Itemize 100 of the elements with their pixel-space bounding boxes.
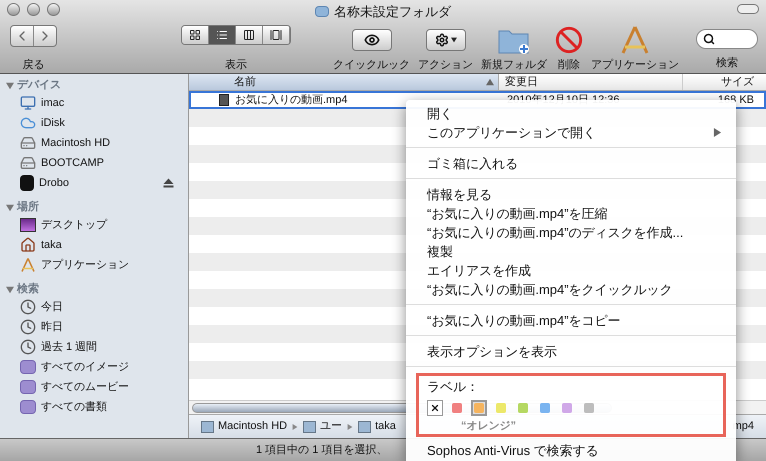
path-item-icon	[303, 420, 316, 432]
sidebar-item[interactable]: すべてのムービー	[41, 378, 129, 396]
submenu-arrow-icon	[713, 128, 722, 137]
label-swatch[interactable]	[449, 400, 465, 416]
house-icon	[20, 237, 36, 253]
search-label: 検索	[716, 56, 738, 70]
caret-icon	[450, 36, 456, 42]
label-swatch[interactable]	[581, 400, 597, 416]
eject-icon[interactable]	[163, 178, 174, 188]
disclosure-triangle-icon	[6, 82, 14, 90]
sidebar-item[interactable]: すべての書類	[41, 398, 107, 416]
view-mode-button[interactable]	[236, 26, 263, 44]
cloud-icon	[20, 115, 36, 131]
menu-item[interactable]: Sophos Anti-Virus で検索する	[406, 441, 736, 460]
toolbar-label: アプリケーション	[591, 58, 679, 72]
folder-icon	[315, 6, 329, 18]
clock-icon	[20, 319, 36, 335]
sidebar-heading: 検索	[17, 282, 39, 298]
monitor-icon	[20, 95, 36, 111]
desktop-icon	[20, 218, 36, 232]
menu-item[interactable]: 表示オプションを表示	[406, 342, 736, 361]
label-swatch[interactable]	[493, 400, 509, 416]
view-label: 表示	[225, 58, 247, 72]
pencil-ruler-icon	[20, 257, 36, 273]
sidebar-item[interactable]: taka	[41, 236, 62, 254]
menu-item[interactable]: ゴミ箱に入れる	[406, 154, 736, 173]
path-item[interactable]: mp4	[732, 418, 754, 435]
pencil-ruler-icon[interactable]	[619, 24, 651, 54]
search-icon	[703, 32, 715, 44]
status-text: 1 項目中の 1 項目を選択、	[256, 442, 388, 458]
sidebar-item[interactable]: デスクトップ	[41, 216, 107, 234]
sort-arrow-icon	[486, 78, 494, 86]
sidebar-item[interactable]: imac	[41, 94, 64, 112]
sidebar-item[interactable]: Drobo	[39, 174, 69, 192]
smart-folder-icon	[20, 360, 36, 374]
hard-drive-icon	[20, 155, 36, 171]
smart-folder-icon	[20, 400, 36, 414]
path-item[interactable]: Macintosh HD	[201, 418, 288, 435]
toolbar-label: アクション	[418, 58, 473, 72]
sidebar-heading: 場所	[17, 200, 39, 216]
path-item[interactable]: taka	[358, 418, 396, 435]
column-header[interactable]: サイズ	[683, 74, 766, 90]
path-item-icon	[201, 420, 214, 432]
movie-file-icon	[219, 94, 229, 106]
label-swatch[interactable]	[559, 400, 575, 416]
drive-icon	[20, 175, 34, 191]
disclosure-triangle-icon	[6, 286, 14, 294]
path-item[interactable]: ユー	[303, 418, 342, 435]
view-mode-button[interactable]	[209, 26, 236, 44]
hard-drive-icon	[20, 135, 36, 151]
close-icon	[430, 403, 440, 413]
label-name: “オレンジ”	[460, 419, 517, 434]
no-label-button[interactable]	[427, 400, 443, 416]
eye-button[interactable]	[352, 28, 392, 50]
toolbar-label: クイックルック	[333, 58, 410, 72]
sidebar-item[interactable]: Macintosh HD	[41, 134, 110, 152]
view-mode-icon	[189, 28, 201, 40]
sidebar-item[interactable]: BOOTCAMP	[41, 154, 104, 172]
clock-icon	[20, 339, 36, 355]
menu-item[interactable]: 複製	[406, 242, 736, 261]
label-swatch[interactable]	[515, 400, 531, 416]
delete-icon[interactable]	[555, 26, 583, 54]
gear-menu-button[interactable]	[426, 28, 466, 50]
path-arrow-icon	[347, 424, 354, 430]
menu-item[interactable]: “お気に入りの動画.mp4”のディスクを作成...	[406, 223, 736, 242]
window-control[interactable]	[7, 2, 20, 16]
toolbar-label: 削除	[558, 58, 580, 72]
search-field[interactable]	[696, 28, 758, 48]
menu-item[interactable]: このアプリケーションで開く	[406, 123, 736, 142]
label-title: ラベル：	[427, 378, 480, 396]
menu-item[interactable]: 情報を見る	[406, 185, 736, 204]
view-mode-button[interactable]	[263, 26, 290, 44]
path-arrow-icon	[292, 424, 298, 430]
label-swatch[interactable]	[471, 400, 487, 416]
menu-item[interactable]: “お気に入りの動画.mp4”を圧縮	[406, 204, 736, 223]
view-mode-icon	[243, 28, 255, 40]
gear-icon	[434, 32, 448, 46]
menu-item[interactable]: “お気に入りの動画.mp4”をクイックルック	[406, 280, 736, 299]
menu-item[interactable]: エイリアスを作成	[406, 261, 736, 280]
menu-item[interactable]: “お気に入りの動画.mp4”をコピー	[406, 311, 736, 330]
sidebar-item[interactable]: 過去 1 週間	[41, 338, 98, 356]
sidebar-item[interactable]: アプリケーション	[41, 256, 129, 274]
window-control[interactable]	[47, 2, 60, 16]
clock-icon	[20, 299, 36, 315]
column-header[interactable]: 名前	[189, 74, 499, 90]
eye-icon	[364, 32, 380, 48]
column-header[interactable]: 変更日	[499, 74, 683, 90]
window-title: 名称未設定フォルダ	[334, 3, 451, 21]
path-item-icon	[358, 420, 372, 432]
toolbar-pill-icon[interactable]	[737, 4, 759, 14]
window-control[interactable]	[27, 2, 40, 16]
sidebar-heading: デバイス	[17, 78, 61, 94]
toolbar-label: 新規フォルダ	[481, 58, 547, 72]
back-forward-button[interactable]	[10, 24, 57, 46]
sidebar-item[interactable]: 今日	[41, 298, 63, 316]
sidebar-item[interactable]: すべてのイメージ	[41, 358, 129, 376]
view-mode-button[interactable]	[182, 26, 209, 44]
label-swatch[interactable]	[537, 400, 553, 416]
sidebar-item[interactable]: iDisk	[41, 114, 65, 132]
sidebar-item[interactable]: 昨日	[41, 318, 63, 336]
